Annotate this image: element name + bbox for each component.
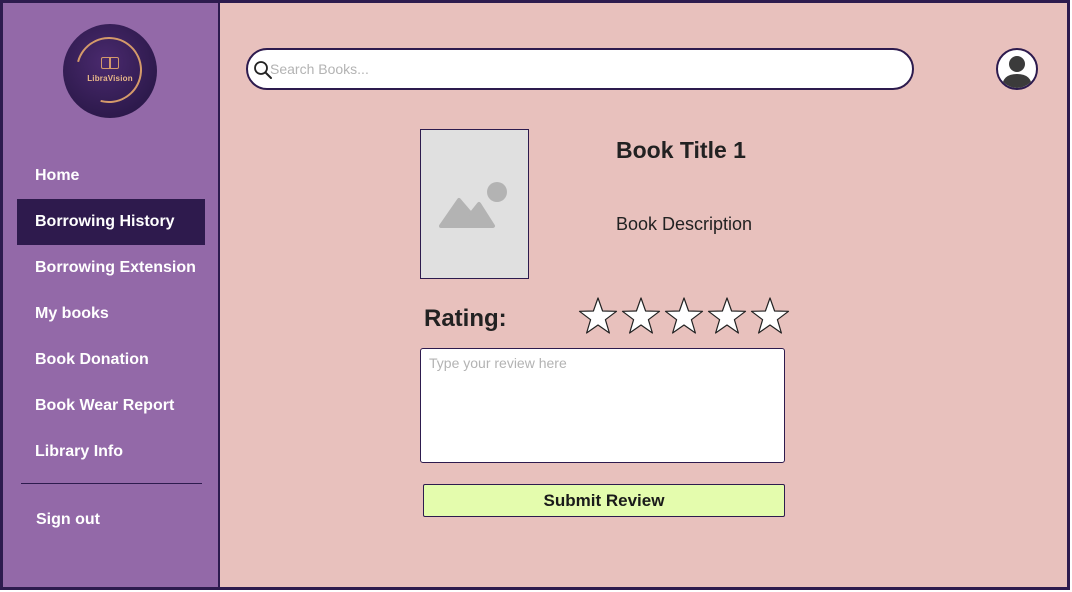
sidebar-item-book-donation[interactable]: Book Donation — [17, 337, 205, 383]
logo-ring-icon — [63, 24, 155, 116]
book-title: Book Title 1 — [616, 137, 746, 163]
star-5-icon[interactable] — [750, 296, 790, 336]
sidebar-item-library-info[interactable]: Library Info — [17, 429, 205, 475]
person-icon — [1002, 56, 1032, 88]
book-cover-placeholder — [420, 129, 529, 279]
sidebar-item-borrowing-extension[interactable]: Borrowing Extension — [17, 245, 205, 291]
logo-text: LibraVision — [87, 74, 133, 83]
image-placeholder-icon — [439, 182, 507, 228]
star-1-icon[interactable] — [578, 296, 618, 336]
review-textarea[interactable] — [420, 348, 785, 463]
sidebar-item-home[interactable]: Home — [17, 153, 205, 199]
sidebar-nav: Home Borrowing History Borrowing Extensi… — [17, 153, 205, 475]
star-4-icon[interactable] — [707, 296, 747, 336]
book-icon — [101, 57, 119, 69]
sidebar-divider — [21, 483, 202, 484]
app-window: LibraVision Home Borrowing History Borro… — [0, 0, 1070, 590]
sidebar: LibraVision Home Borrowing History Borro… — [3, 3, 220, 587]
star-2-icon[interactable] — [621, 296, 661, 336]
search-bar[interactable] — [246, 48, 914, 90]
sidebar-item-my-books[interactable]: My books — [17, 291, 205, 337]
sign-out-link[interactable]: Sign out — [36, 500, 100, 540]
sidebar-item-book-wear-report[interactable]: Book Wear Report — [17, 383, 205, 429]
user-avatar-icon[interactable] — [996, 48, 1038, 90]
star-3-icon[interactable] — [664, 296, 704, 336]
search-input[interactable] — [270, 55, 890, 83]
sidebar-item-borrowing-history[interactable]: Borrowing History — [17, 199, 205, 245]
star-rating[interactable] — [578, 296, 790, 338]
rating-label: Rating: — [424, 305, 507, 332]
book-description: Book Description — [616, 214, 753, 234]
libravision-logo[interactable]: LibraVision — [63, 24, 157, 118]
submit-review-button[interactable]: Submit Review — [423, 484, 785, 517]
